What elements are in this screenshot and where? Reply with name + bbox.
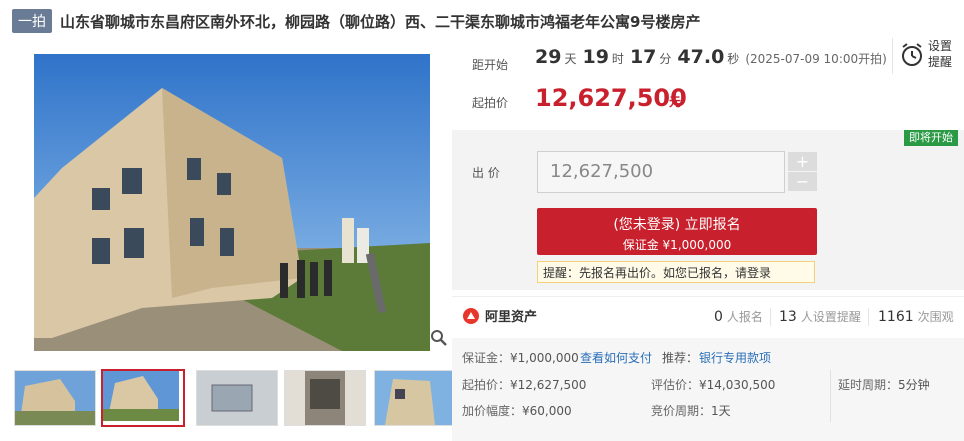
zoom-icon[interactable] <box>430 329 448 347</box>
provider-logo[interactable]: 阿里资产 <box>462 306 537 325</box>
thumbnail-5[interactable] <box>374 370 456 426</box>
countdown: 29 天 19 时 17 分 47.0 秒 (2025-07-09 10:00开拍) <box>535 46 887 68</box>
start-time: (2025-07-09 10:00开拍) <box>745 52 887 66</box>
thumbnail-2[interactable] <box>101 369 185 427</box>
reminder-count: 13 人设置提醒 <box>779 309 861 325</box>
deposit-subtitle: 保证金 ¥1,000,000 <box>622 238 732 252</box>
decrease-bid-button[interactable]: − <box>788 172 817 191</box>
signup-count: 0 人报名 <box>714 309 763 325</box>
thumbnail-4[interactable] <box>284 370 366 426</box>
status-badge: 即将开始 <box>904 130 958 146</box>
cycle-info: 竞价周期：1天 <box>651 404 731 418</box>
deposit-info: 保证金：¥1,000,000 <box>462 351 579 365</box>
hours-unit: 时 <box>611 52 624 66</box>
title-row: 一拍 山东省聊城市东昌府区南外环北，柳园路（聊位路）西、二干渠东聊城市鸿福老年公… <box>12 8 700 34</box>
alarm-clock-icon <box>902 43 922 66</box>
minutes-unit: 分 <box>659 52 672 66</box>
start-price-value: 12,627,500 <box>535 84 687 112</box>
start-price-label: 起拍价 <box>472 96 509 110</box>
divider <box>868 308 869 326</box>
main-photo[interactable] <box>12 48 452 351</box>
countdown-label: 距开始 <box>472 58 509 72</box>
increase-bid-button[interactable]: + <box>788 152 817 171</box>
signup-button-label: (您未登录) 立即报名 <box>613 217 741 233</box>
view-count: 1161 次围观 <box>878 309 954 325</box>
thumbnail-3[interactable] <box>196 370 278 426</box>
bid-label: 出 价 <box>472 166 500 180</box>
days-unit: 天 <box>564 52 577 66</box>
provider-name: 阿里资产 <box>485 310 538 325</box>
ali-assets-icon <box>463 307 479 324</box>
auction-round-tag: 一拍 <box>12 9 52 33</box>
bank-payment-link[interactable]: 银行专用款项 <box>699 349 771 366</box>
recommend-label: 推荐： <box>662 351 699 365</box>
login-tip: 提醒：先报名再出价。如您已报名，请登录 <box>537 261 815 283</box>
price-unit: 元 <box>669 95 682 109</box>
countdown-minutes: 17 <box>629 46 657 68</box>
building-photo <box>34 54 430 351</box>
delay-info: 延时周期：5分钟 <box>838 378 930 392</box>
tip-text: 提醒：先报名再出价。如您已报名，请 <box>543 266 748 280</box>
countdown-hours: 19 <box>582 46 609 68</box>
bid-amount-input[interactable]: 12,627,500 <box>537 151 785 193</box>
divider <box>770 308 771 326</box>
divider <box>830 370 831 422</box>
countdown-seconds: 47.0 <box>677 46 725 68</box>
page-title: 山东省聊城市东昌府区南外环北，柳园路（聊位路）西、二干渠东聊城市鸿福老年公寓9号… <box>60 12 701 31</box>
signup-now-button[interactable]: (您未登录) 立即报名 保证金 ¥1,000,000 <box>537 208 817 255</box>
countdown-days: 29 <box>535 46 562 68</box>
thumbnail-1[interactable] <box>14 370 96 426</box>
seconds-unit: 秒 <box>727 52 740 66</box>
appraisal-info: 评估价：¥14,030,500 <box>651 378 776 392</box>
start-price-info: 起拍价：¥12,627,500 <box>462 378 587 392</box>
increment-info: 加价幅度：¥60,000 <box>462 404 572 418</box>
how-to-pay-link[interactable]: 查看如何支付 <box>580 349 652 366</box>
login-link[interactable]: 登录 <box>747 266 771 280</box>
set-reminder-label[interactable]: 设置提醒 <box>928 38 958 70</box>
